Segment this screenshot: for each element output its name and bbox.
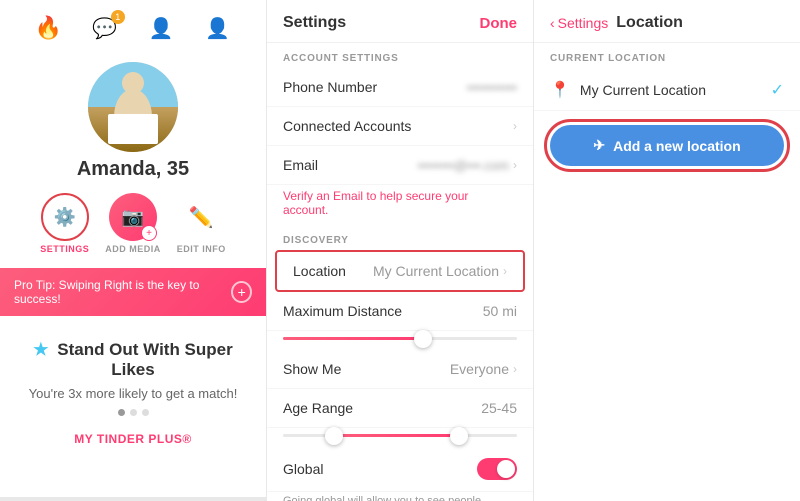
middle-panel: Settings Done ACCOUNT SETTINGS Phone Num… — [267, 0, 534, 501]
email-row[interactable]: Email ••••••••@•••.com › — [267, 146, 533, 185]
age-slider-fill — [330, 434, 459, 437]
notifications-icon[interactable]: 💬 1 — [89, 12, 121, 44]
show-me-row[interactable]: Show Me Everyone › — [267, 350, 533, 389]
left-panel: 🔥 💬 1 👤 👤 Amanda, 35 ⚙️ SETTINGS 📷 + — [0, 0, 267, 501]
settings-icon[interactable]: ⚙️ — [41, 193, 89, 241]
user-name: Amanda, 35 — [77, 158, 189, 181]
show-me-value: Everyone › — [450, 361, 517, 377]
pro-tip-text: Pro Tip: Swiping Right is the key to suc… — [14, 278, 231, 306]
matches-icon[interactable]: 👤 — [145, 12, 177, 44]
global-label: Global — [283, 461, 323, 477]
dot-2 — [130, 409, 137, 416]
discovery-label: DISCOVERY — [267, 225, 533, 250]
age-slider-track — [283, 434, 517, 437]
edit-info-action[interactable]: ✏️ EDIT INFO — [177, 193, 226, 254]
add-media-action[interactable]: 📷 + ADD MEDIA — [105, 193, 161, 254]
add-location-label: Add a new location — [613, 138, 741, 154]
checkmark-icon: ✓ — [771, 80, 784, 100]
back-chevron-icon: ‹ — [550, 15, 555, 31]
max-distance-row: Maximum Distance 50 mi — [267, 292, 533, 331]
profile-icon[interactable]: 👤 — [202, 12, 234, 44]
action-buttons: ⚙️ SETTINGS 📷 + ADD MEDIA ✏️ EDIT INFO — [40, 193, 226, 254]
plus-badge: + — [141, 225, 157, 241]
done-button[interactable]: Done — [480, 15, 518, 32]
age-range-value: 25-45 — [481, 400, 517, 416]
phone-row[interactable]: Phone Number ••••••••••• — [267, 68, 533, 107]
slider-track — [283, 337, 517, 340]
show-me-chevron-icon: › — [513, 362, 517, 376]
pro-tip-plus-icon[interactable]: + — [231, 281, 252, 303]
slider-thumb[interactable] — [414, 330, 432, 348]
camera-icon[interactable]: 📷 + — [109, 193, 157, 241]
email-chevron-icon: › — [513, 158, 517, 172]
right-panel: ‹ Settings Location CURRENT LOCATION 📍 M… — [534, 0, 800, 501]
back-label: Settings — [558, 15, 609, 31]
edit-icon[interactable]: ✏️ — [177, 193, 225, 241]
location-chevron-icon: › — [503, 264, 507, 278]
location-name: My Current Location — [580, 82, 771, 98]
top-nav-icons: 🔥 💬 1 👤 👤 — [0, 12, 266, 54]
edit-info-label: EDIT INFO — [177, 244, 226, 254]
age-slider-left-thumb[interactable] — [325, 427, 343, 445]
distance-slider[interactable] — [267, 331, 533, 350]
phone-label: Phone Number — [283, 79, 377, 95]
age-range-label: Age Range — [283, 400, 353, 416]
connected-chevron: › — [513, 119, 517, 133]
pro-tip-banner: Pro Tip: Swiping Right is the key to suc… — [0, 268, 266, 316]
super-likes-section: ★ Stand Out With Super Likes You're 3x m… — [0, 330, 266, 458]
email-blurred: ••••••••@•••.com — [418, 158, 509, 173]
carousel-dots — [20, 409, 246, 416]
email-value: ••••••••@•••.com › — [418, 158, 517, 173]
right-header: ‹ Settings Location — [534, 0, 800, 43]
right-title: Location — [616, 14, 683, 32]
location-pin-icon: 📍 — [550, 80, 570, 100]
add-media-label: ADD MEDIA — [105, 244, 161, 254]
account-settings-label: ACCOUNT SETTINGS — [267, 43, 533, 68]
settings-label: SETTINGS — [40, 244, 89, 254]
dot-3 — [142, 409, 149, 416]
email-label: Email — [283, 157, 318, 173]
connected-row[interactable]: Connected Accounts › — [267, 107, 533, 146]
age-slider[interactable] — [267, 428, 533, 447]
current-location-item[interactable]: 📍 My Current Location ✓ — [534, 70, 800, 111]
notification-badge: 1 — [111, 10, 125, 24]
location-label: Location — [293, 263, 346, 279]
dot-1 — [118, 409, 125, 416]
global-row[interactable]: Global — [267, 447, 533, 492]
tinder-plus-button[interactable]: MY TINDER PLUS® — [74, 432, 191, 446]
location-value: My Current Location › — [373, 263, 507, 279]
phone-blurred: ••••••••••• — [467, 80, 517, 95]
star-icon: ★ — [33, 340, 48, 359]
super-likes-title: ★ Stand Out With Super Likes — [20, 340, 246, 380]
phone-value: ••••••••••• — [467, 80, 517, 95]
avatar — [88, 62, 178, 152]
global-toggle[interactable] — [477, 458, 517, 480]
global-desc: Going global will allow you to see peopl… — [267, 492, 533, 501]
current-location-label: CURRENT LOCATION — [534, 43, 800, 70]
airplane-icon: ✈ — [593, 137, 605, 154]
max-distance-value: 50 mi — [483, 303, 517, 319]
back-button[interactable]: ‹ Settings — [550, 15, 608, 31]
toggle-knob — [497, 460, 515, 478]
max-distance-label: Maximum Distance — [283, 303, 402, 319]
location-row[interactable]: Location My Current Location › — [275, 250, 525, 292]
settings-header: Settings Done — [267, 0, 533, 43]
tinder-logo-icon[interactable]: 🔥 — [32, 12, 64, 44]
age-slider-right-thumb[interactable] — [450, 427, 468, 445]
age-range-row: Age Range 25-45 — [267, 389, 533, 428]
email-verify-text: Verify an Email to help secure your acco… — [267, 185, 533, 225]
settings-title: Settings — [283, 14, 346, 32]
connected-label: Connected Accounts — [283, 118, 411, 134]
super-likes-subtitle: You're 3x more likely to get a match! — [20, 386, 246, 401]
add-location-button[interactable]: ✈ Add a new location — [550, 125, 784, 166]
bottom-bar — [0, 497, 266, 501]
show-me-label: Show Me — [283, 361, 341, 377]
slider-fill — [283, 337, 423, 340]
chevron-icon: › — [513, 119, 517, 133]
settings-action[interactable]: ⚙️ SETTINGS — [40, 193, 89, 254]
